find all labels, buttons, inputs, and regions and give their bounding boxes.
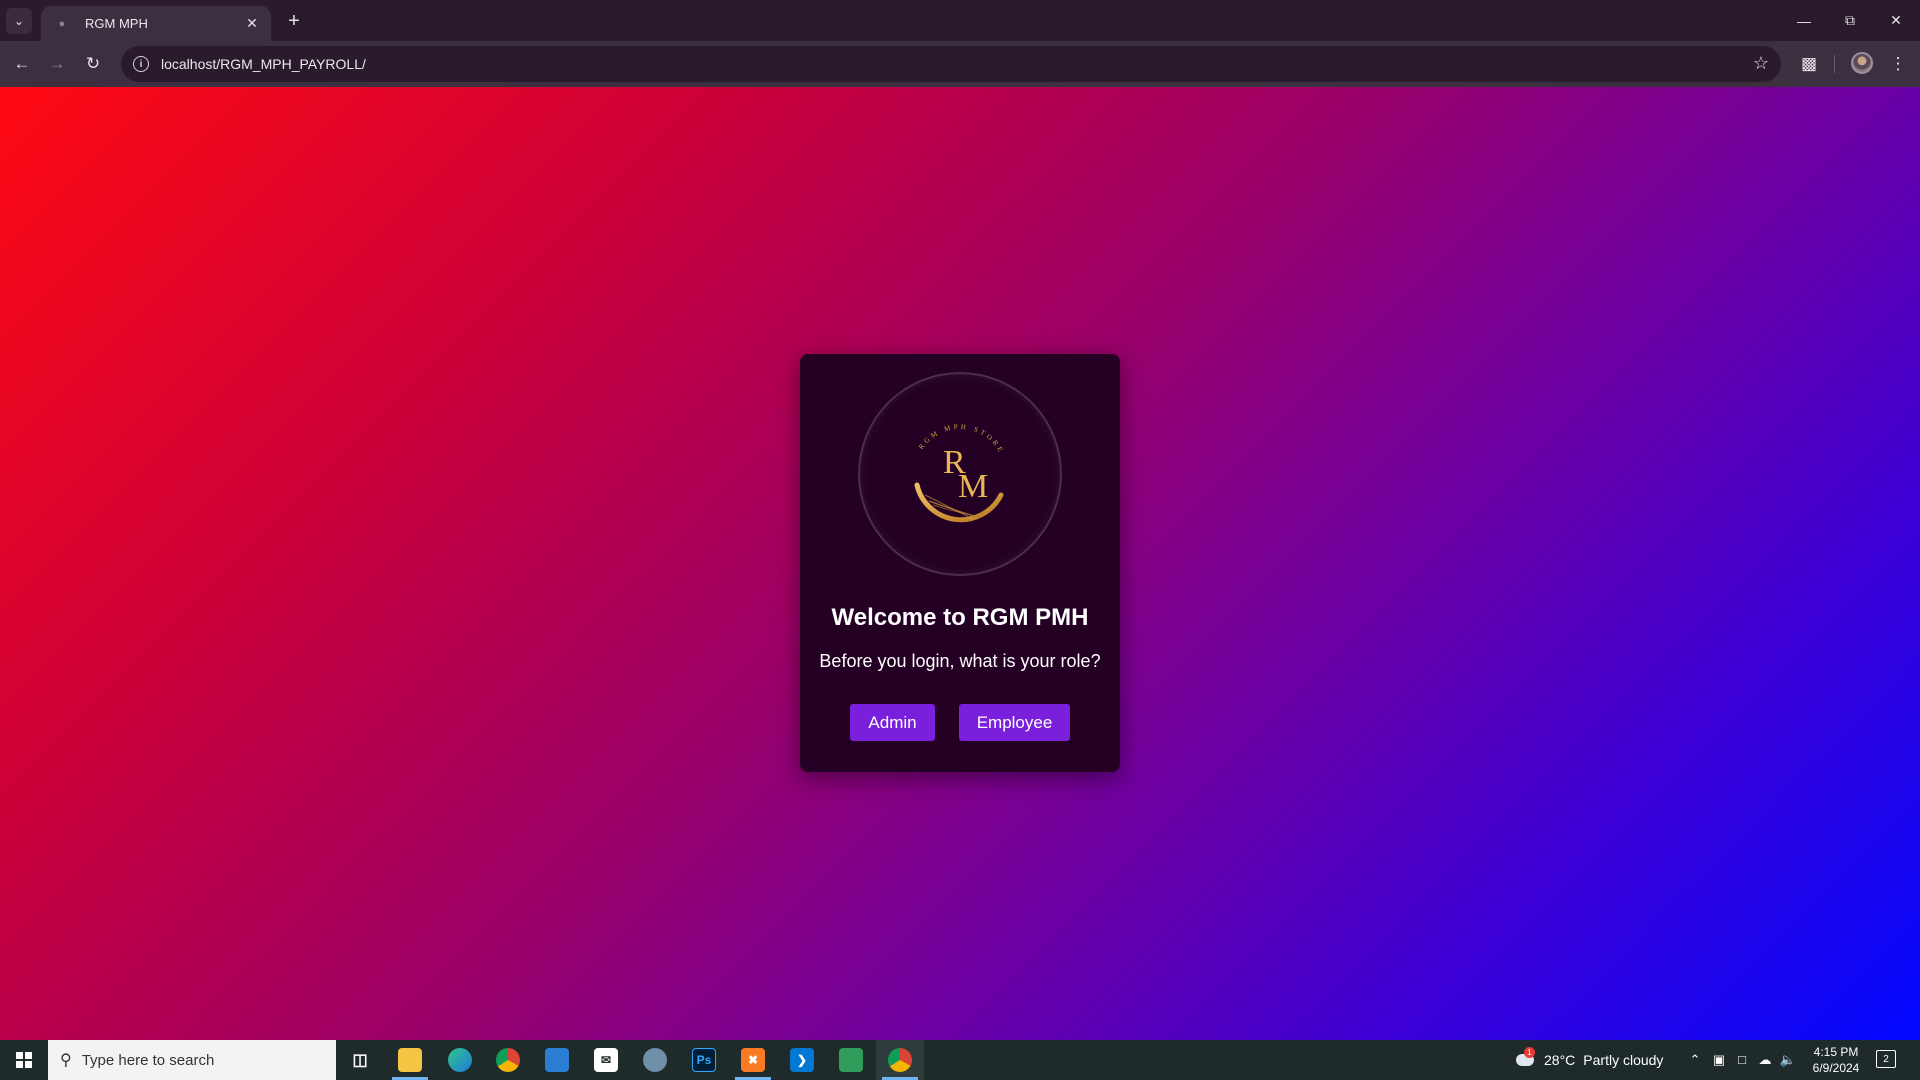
photoshop-app[interactable]: Ps (680, 1040, 728, 1080)
minimize-button[interactable]: — (1781, 0, 1827, 41)
store-bag-icon (545, 1048, 569, 1072)
weather-condition: Partly cloudy (1583, 1052, 1664, 1068)
notification-center-button[interactable]: 2 (1876, 1050, 1896, 1068)
windows-taskbar: ⚲ Type here to search ◫ ✉ Ps ✖ ❯ 1 28°C … (0, 1040, 1920, 1080)
chevron-down-icon: ⌄ (13, 14, 25, 28)
weather-temp: 28°C (1544, 1052, 1576, 1068)
start-button[interactable] (0, 1040, 48, 1080)
android-studio-icon (839, 1048, 863, 1072)
rgm-logo-icon: RGM MPH STORE R M (902, 416, 1018, 532)
android-studio-app[interactable] (827, 1040, 875, 1080)
browser-toolbar: ← → ↻ i localhost/RGM_MPH_PAYROLL/ ☆ ▩ ⋮ (0, 41, 1920, 87)
weather-widget[interactable]: 1 28°C Partly cloudy (1514, 1040, 1663, 1080)
tab-favicon-icon: ● (58, 17, 66, 30)
vscode-icon: ❯ (790, 1048, 814, 1072)
task-view-button[interactable]: ◫ (336, 1040, 384, 1080)
edge-icon (448, 1048, 472, 1072)
search-placeholder: Type here to search (81, 1051, 215, 1069)
network-icon[interactable]: □ (1733, 1052, 1751, 1067)
more-vert-icon: ⋮ (1889, 54, 1907, 73)
address-bar[interactable]: i localhost/RGM_MPH_PAYROLL/ ☆ (121, 46, 1781, 82)
chrome-profile-icon (888, 1048, 912, 1072)
forward-button[interactable]: → (42, 49, 72, 79)
xampp-app[interactable]: ✖ (729, 1040, 777, 1080)
mail-icon: ✉ (594, 1048, 618, 1072)
close-tab-icon[interactable]: ✕ (243, 15, 261, 33)
url-text: localhost/RGM_MPH_PAYROLL/ (161, 56, 366, 72)
app-generic[interactable] (631, 1040, 679, 1080)
weather-badge: 1 (1524, 1047, 1535, 1058)
task-view-icon: ◫ (352, 1052, 368, 1069)
notification-count: 2 (1883, 1053, 1889, 1065)
logo-letter-m: M (958, 468, 988, 505)
close-icon: ✕ (1890, 12, 1902, 28)
chevron-up-icon[interactable]: ⌃ (1686, 1052, 1704, 1068)
extensions-button[interactable]: ▩ (1794, 49, 1824, 79)
windows-logo-icon (16, 1052, 32, 1068)
onedrive-cloud-icon[interactable]: ☁ (1756, 1052, 1774, 1068)
clock-time: 4:15 PM (1813, 1045, 1859, 1059)
browser-menu-button[interactable]: ⋮ (1883, 49, 1913, 79)
store-app[interactable] (533, 1040, 581, 1080)
reload-icon: ↻ (85, 54, 101, 73)
tab-title: RGM MPH (85, 16, 148, 31)
meet-now-icon[interactable]: ▣ (1710, 1052, 1728, 1068)
chrome-profile-app[interactable] (876, 1040, 924, 1080)
clock-date: 6/9/2024 (1812, 1061, 1860, 1075)
welcome-title: Welcome to RGM PMH (831, 604, 1089, 631)
edge-app[interactable] (436, 1040, 484, 1080)
chrome-icon (496, 1048, 520, 1072)
xampp-icon: ✖ (741, 1048, 765, 1072)
reload-button[interactable]: ↻ (78, 49, 108, 79)
arrow-left-icon: ← (13, 54, 31, 73)
tab-search-button[interactable]: ⌄ (6, 8, 32, 34)
system-clock[interactable]: 4:15 PM 6/9/2024 (1808, 1044, 1864, 1076)
browser-tab[interactable]: ● RGM MPH ✕ (41, 6, 271, 41)
mail-app[interactable]: ✉ (582, 1040, 630, 1080)
site-info-icon[interactable]: i (133, 56, 149, 72)
page-viewport: RGM MPH STORE R M Welcome to RGM PMH Bef… (0, 87, 1920, 1040)
restore-button[interactable]: ⧉ (1827, 0, 1873, 41)
plus-icon: + (288, 9, 300, 32)
chrome-app[interactable] (484, 1040, 532, 1080)
restore-icon: ⧉ (1845, 12, 1855, 28)
folder-icon (398, 1048, 422, 1072)
admin-role-button[interactable]: Admin (850, 704, 935, 741)
toolbar-divider (1834, 55, 1835, 73)
role-question: Before you login, what is your role? (819, 651, 1101, 671)
vscode-app[interactable]: ❯ (778, 1040, 826, 1080)
bookmark-star-icon[interactable]: ☆ (1753, 53, 1769, 74)
volume-muted-icon[interactable]: 🔈 (1779, 1052, 1797, 1068)
new-tab-button[interactable]: + (281, 8, 307, 34)
puzzle-icon: ▩ (1800, 54, 1818, 73)
close-window-button[interactable]: ✕ (1873, 0, 1919, 41)
search-icon: ⚲ (60, 1052, 72, 1069)
app-icon (643, 1048, 667, 1072)
taskbar-search[interactable]: ⚲ Type here to search (48, 1040, 336, 1080)
browser-tabstrip: ⌄ ● RGM MPH ✕ + — ⧉ ✕ (0, 0, 1920, 41)
employee-role-button[interactable]: Employee (959, 704, 1070, 741)
partly-cloudy-icon: 1 (1514, 1047, 1536, 1070)
back-button[interactable]: ← (7, 49, 37, 79)
file-explorer-app[interactable] (386, 1040, 434, 1080)
profile-avatar[interactable] (1851, 52, 1873, 74)
photoshop-icon: Ps (692, 1048, 716, 1072)
minimize-icon: — (1797, 12, 1811, 29)
arrow-right-icon: → (48, 54, 66, 73)
role-select-card: RGM MPH STORE R M Welcome to RGM PMH Bef… (800, 354, 1120, 772)
